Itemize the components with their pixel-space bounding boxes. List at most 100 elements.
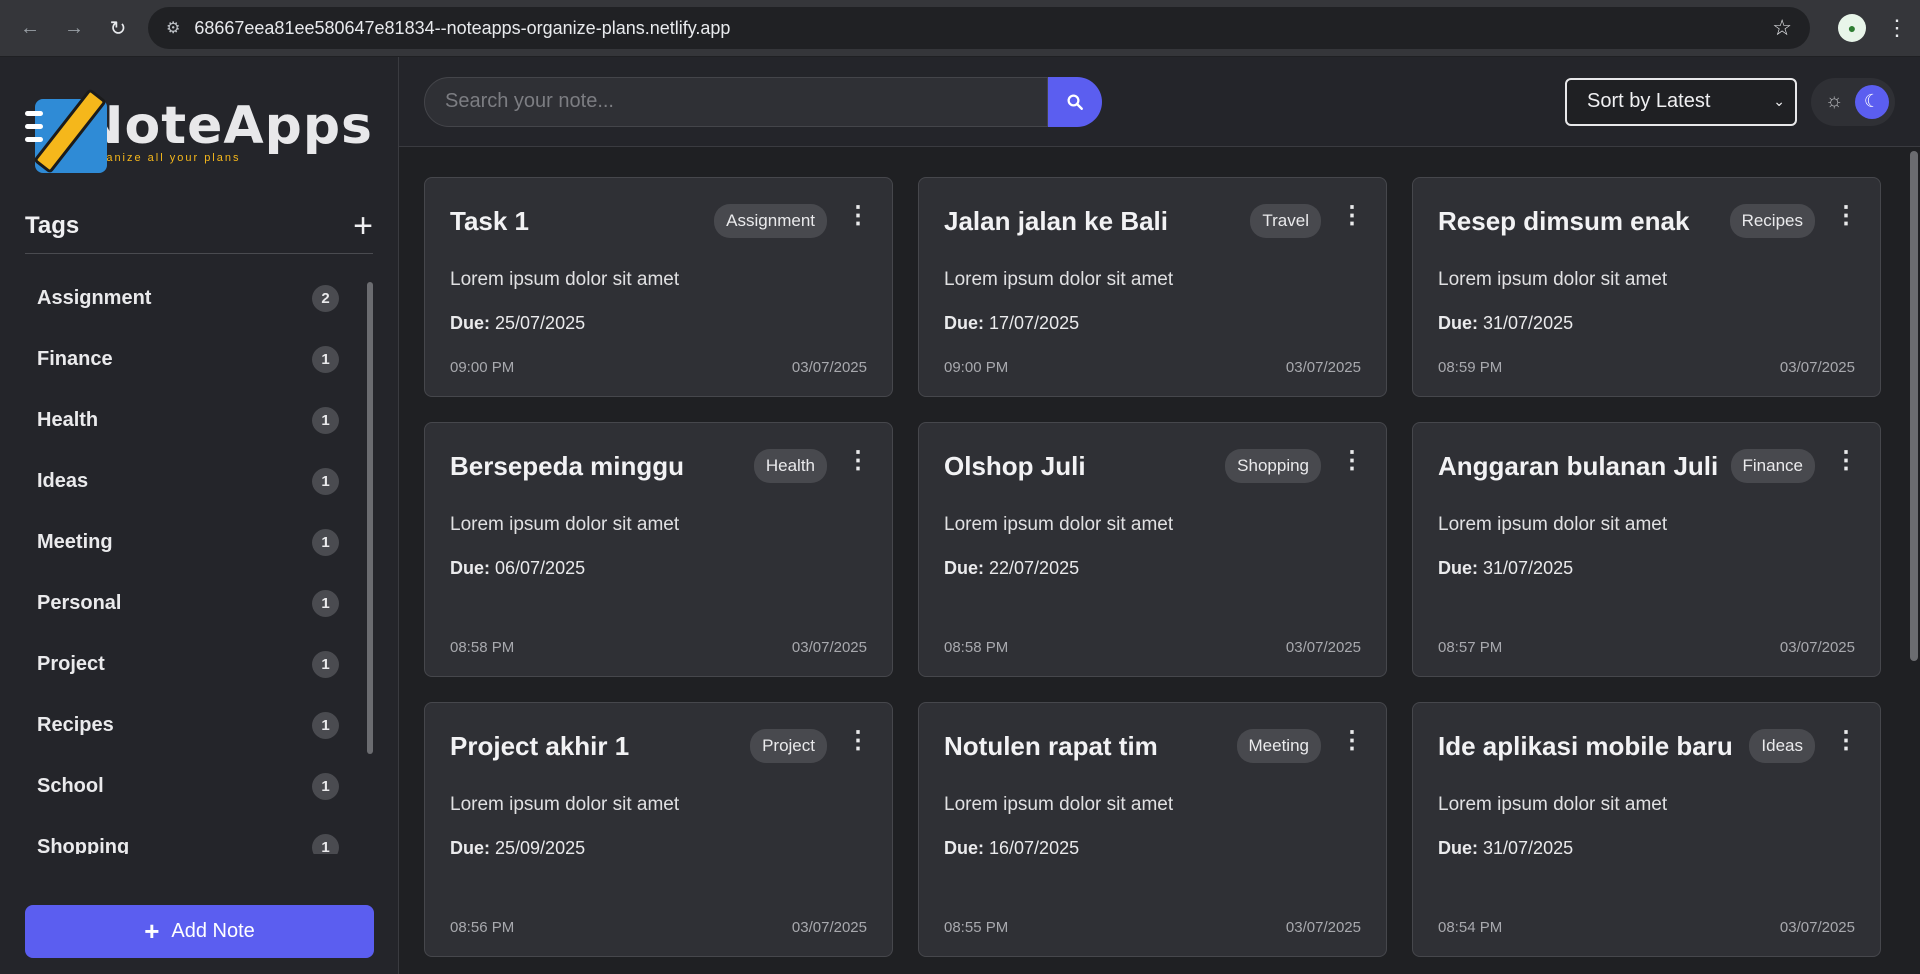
moon-icon[interactable]: ☾ bbox=[1855, 84, 1889, 119]
due-label: Due: bbox=[944, 558, 984, 578]
browser-menu-icon[interactable]: ⋮ bbox=[1886, 15, 1908, 41]
tag-count-badge: 1 bbox=[312, 407, 339, 434]
due-label: Due: bbox=[450, 838, 490, 858]
logo: NoteApps Organize all your plans bbox=[25, 57, 373, 177]
tag-item-recipes[interactable]: Recipes 1 bbox=[25, 695, 351, 756]
note-body: Lorem ipsum dolor sit amet bbox=[1438, 514, 1668, 535]
tags-title: Tags bbox=[25, 212, 80, 239]
note-menu-icon[interactable]: ⋮ bbox=[1834, 204, 1858, 228]
note-body: Lorem ipsum dolor sit amet bbox=[450, 794, 680, 815]
note-menu-icon[interactable]: ⋮ bbox=[1340, 729, 1364, 753]
note-title: Bersepeda minggu bbox=[450, 451, 685, 481]
sidebar: NoteApps Organize all your plans Tags + … bbox=[0, 57, 399, 974]
tag-label: Personal bbox=[37, 592, 122, 614]
tag-item-finance[interactable]: Finance 1 bbox=[25, 329, 351, 390]
sort-select[interactable]: Sort by Latest ⌄ bbox=[1565, 77, 1797, 126]
note-title: Ide aplikasi mobile baru bbox=[1438, 731, 1733, 761]
note-due: Due: 25/07/2025 bbox=[450, 313, 867, 334]
tag-label: Project bbox=[37, 653, 105, 675]
logo-icon bbox=[25, 87, 107, 175]
address-bar[interactable]: ⚙ 68667eea81ee580647e81834--noteapps-org… bbox=[148, 7, 1810, 49]
url-text[interactable]: 68667eea81ee580647e81834--noteapps-organ… bbox=[194, 18, 730, 39]
tag-count-badge: 1 bbox=[312, 651, 339, 678]
tag-label: Shopping bbox=[37, 836, 130, 854]
note-tag-badge: Shopping bbox=[1225, 449, 1321, 483]
sun-icon[interactable]: ☼ bbox=[1825, 90, 1843, 113]
due-date: 31/07/2025 bbox=[1483, 558, 1574, 578]
note-tag-badge: Assignment bbox=[714, 204, 827, 238]
main-content: Sort by Latest ⌄ ☼ ☾ Task 1 Assignment ⋮ … bbox=[399, 57, 1920, 974]
add-tag-button[interactable]: + bbox=[353, 209, 373, 243]
note-menu-icon[interactable]: ⋮ bbox=[1834, 729, 1858, 753]
note-menu-icon[interactable]: ⋮ bbox=[1340, 204, 1364, 228]
note-card[interactable]: Bersepeda minggu Health ⋮ Lorem ipsum dol… bbox=[424, 422, 893, 677]
reload-icon[interactable]: ↻ bbox=[102, 12, 134, 44]
profile-avatar[interactable]: ● bbox=[1838, 14, 1866, 42]
tag-item-ideas[interactable]: Ideas 1 bbox=[25, 451, 351, 512]
note-time: 08:58 PM bbox=[450, 639, 515, 656]
note-time: 08:57 PM bbox=[1438, 639, 1503, 656]
note-card[interactable]: Notulen rapat tim Meeting ⋮ Lorem ipsum d… bbox=[918, 702, 1387, 957]
note-menu-icon[interactable]: ⋮ bbox=[1834, 449, 1858, 473]
due-date: 25/07/2025 bbox=[495, 313, 586, 333]
due-date: 25/09/2025 bbox=[495, 838, 586, 858]
forward-icon[interactable]: → bbox=[58, 12, 90, 44]
tag-item-meeting[interactable]: Meeting 1 bbox=[25, 512, 351, 573]
theme-toggle[interactable]: ☼ ☾ bbox=[1811, 77, 1895, 126]
topbar: Sort by Latest ⌄ ☼ ☾ bbox=[399, 57, 1920, 147]
note-time: 08:56 PM bbox=[450, 919, 515, 936]
note-tag-badge: Meeting bbox=[1236, 729, 1321, 763]
tag-item-assignment[interactable]: Assignment 2 bbox=[25, 268, 351, 329]
tag-count-badge: 1 bbox=[312, 468, 339, 495]
notes-grid: Task 1 Assignment ⋮ Lorem ipsum dolor sit… bbox=[424, 177, 1895, 957]
site-settings-icon[interactable]: ⚙ bbox=[166, 18, 180, 38]
note-card[interactable]: Task 1 Assignment ⋮ Lorem ipsum dolor sit… bbox=[424, 177, 893, 397]
note-due: Due: 17/07/2025 bbox=[944, 313, 1361, 334]
note-due: Due: 06/07/2025 bbox=[450, 558, 867, 579]
tag-item-health[interactable]: Health 1 bbox=[25, 390, 351, 451]
back-icon[interactable]: ← bbox=[14, 12, 46, 44]
note-body: Lorem ipsum dolor sit amet bbox=[944, 794, 1174, 815]
note-title: Olshop Juli bbox=[944, 451, 1086, 481]
tag-count-badge: 1 bbox=[312, 773, 339, 800]
note-card[interactable]: Jalan jalan ke Bali Travel ⋮ Lorem ipsum … bbox=[918, 177, 1387, 397]
tag-label: Meeting bbox=[37, 531, 113, 553]
note-due: Due: 31/07/2025 bbox=[1438, 838, 1855, 859]
note-card[interactable]: Olshop Juli Shopping ⋮ Lorem ipsum dolor … bbox=[918, 422, 1387, 677]
tag-list: Assignment 2 Finance 1 Health 1 Ideas 1 Meet… bbox=[25, 268, 373, 854]
note-body: Lorem ipsum dolor sit amet bbox=[450, 514, 680, 535]
note-menu-icon[interactable]: ⋮ bbox=[846, 729, 870, 753]
note-title: Jalan jalan ke Bali bbox=[944, 206, 1169, 236]
bookmark-star-icon[interactable]: ☆ bbox=[1772, 15, 1792, 41]
search-icon bbox=[1067, 94, 1083, 110]
search-input[interactable] bbox=[445, 90, 1027, 113]
tag-item-shopping[interactable]: Shopping 1 bbox=[25, 817, 351, 854]
search-button[interactable] bbox=[1048, 76, 1102, 127]
note-card[interactable]: Ide aplikasi mobile baru Ideas ⋮ Lorem ip… bbox=[1412, 702, 1881, 957]
notes-scrollbar[interactable] bbox=[1910, 151, 1918, 661]
note-card[interactable]: Project akhir 1 Project ⋮ Lorem ipsum dol… bbox=[424, 702, 893, 957]
tag-item-project[interactable]: Project 1 bbox=[25, 634, 351, 695]
note-created-date: 03/07/2025 bbox=[1285, 919, 1361, 936]
note-card[interactable]: Resep dimsum enak Recipes ⋮ Lorem ipsum d… bbox=[1412, 177, 1881, 397]
note-menu-icon[interactable]: ⋮ bbox=[846, 204, 870, 228]
tag-count-badge: 1 bbox=[312, 712, 339, 739]
due-date: 17/07/2025 bbox=[989, 313, 1080, 333]
due-date: 06/07/2025 bbox=[495, 558, 586, 578]
note-menu-icon[interactable]: ⋮ bbox=[846, 449, 870, 473]
note-menu-icon[interactable]: ⋮ bbox=[1340, 449, 1364, 473]
tag-count-badge: 1 bbox=[312, 529, 339, 556]
tags-header: Tags + bbox=[25, 209, 373, 254]
note-body: Lorem ipsum dolor sit amet bbox=[1438, 794, 1668, 815]
note-time: 08:58 PM bbox=[944, 639, 1009, 656]
add-note-button[interactable]: + Add Note bbox=[25, 905, 374, 958]
due-label: Due: bbox=[450, 313, 490, 333]
note-due: Due: 22/07/2025 bbox=[944, 558, 1361, 579]
tag-label: School bbox=[37, 775, 104, 797]
tag-item-personal[interactable]: Personal 1 bbox=[25, 573, 351, 634]
note-card[interactable]: Anggaran bulanan Juli Finance ⋮ Lorem ips… bbox=[1412, 422, 1881, 677]
tag-item-school[interactable]: School 1 bbox=[25, 756, 351, 817]
note-time: 09:00 PM bbox=[450, 359, 515, 376]
app-root: NoteApps Organize all your plans Tags + … bbox=[0, 57, 1920, 974]
tag-list-scrollbar[interactable] bbox=[367, 282, 373, 754]
